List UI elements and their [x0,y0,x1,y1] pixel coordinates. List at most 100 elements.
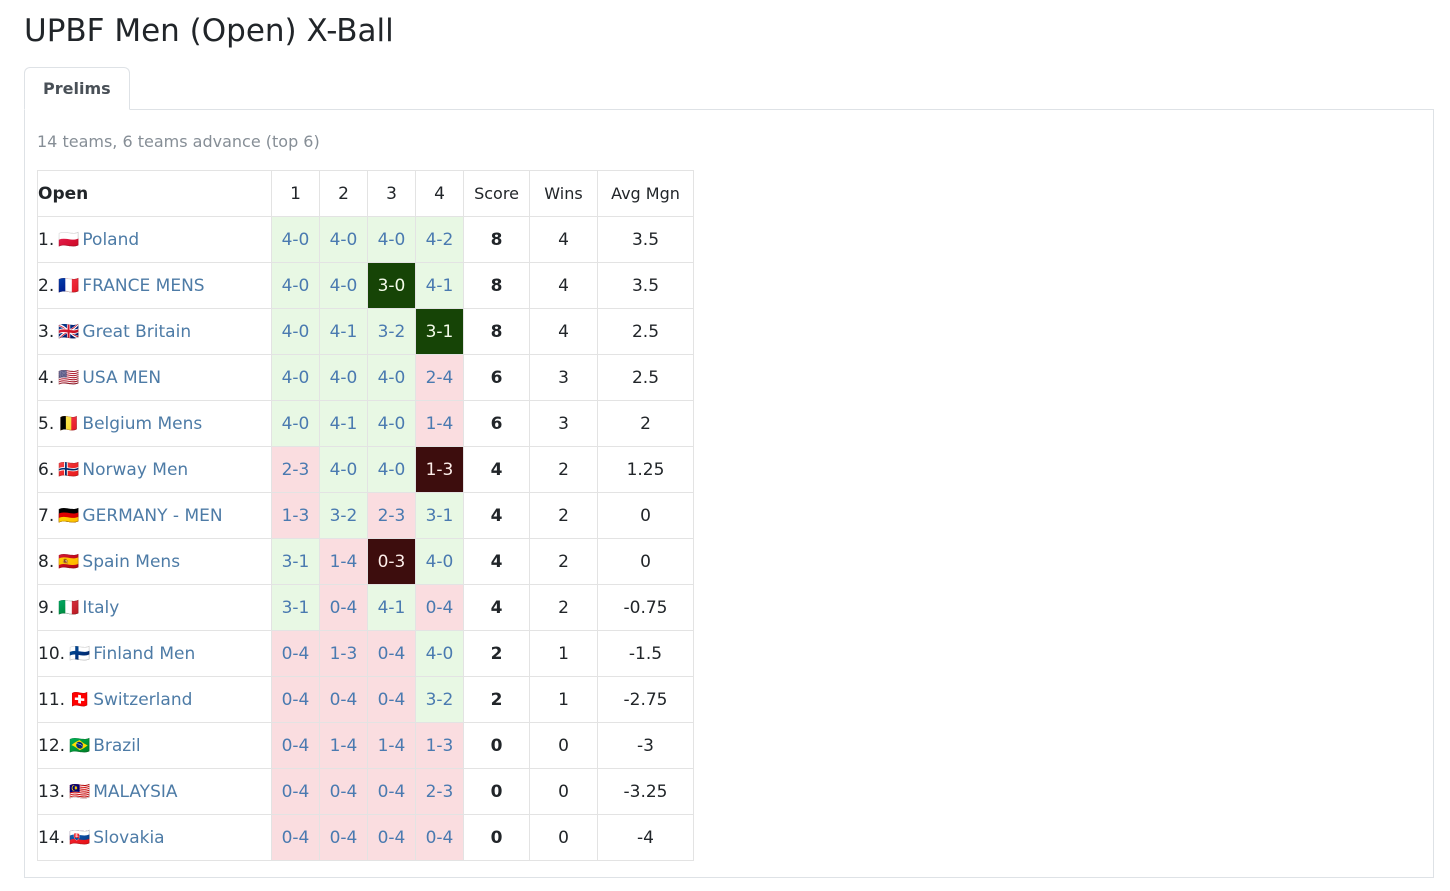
team-cell[interactable]: 4. 🇺🇸 USA MEN [37,354,272,401]
result-cell-round-1[interactable]: 2-3 [271,446,320,493]
table-row[interactable]: 11. 🇨🇭 Switzerland 0-4 0-4 0-4 3-2 2 1 -2.75 [37,676,694,723]
column-header-wins[interactable]: Wins [529,170,598,217]
tab-prelims[interactable]: Prelims [24,67,130,110]
team-name-link[interactable]: Switzerland [93,690,192,710]
result-cell-round-2[interactable]: 1-4 [319,722,368,769]
team-name-link[interactable]: Spain Mens [82,552,180,572]
result-cell-round-2[interactable]: 1-4 [319,538,368,585]
team-name-link[interactable]: USA MEN [82,368,161,388]
result-cell-round-3[interactable]: 3-0 [367,262,416,309]
result-cell-round-3[interactable]: 4-0 [367,216,416,263]
column-header-score[interactable]: Score [463,170,530,217]
result-cell-round-3[interactable]: 4-1 [367,584,416,631]
team-name-link[interactable]: Brazil [93,736,140,756]
result-cell-round-2[interactable]: 1-3 [319,630,368,677]
team-cell[interactable]: 9. 🇮🇹 Italy [37,584,272,631]
table-row[interactable]: 7. 🇩🇪 GERMANY - MEN 1-3 3-2 2-3 3-1 4 2 0 [37,492,694,539]
team-name-link[interactable]: GERMANY - MEN [82,506,222,526]
column-header-round-4[interactable]: 4 [415,170,464,217]
result-cell-round-4[interactable]: 2-3 [415,768,464,815]
result-cell-round-2[interactable]: 4-0 [319,262,368,309]
column-header-round-1[interactable]: 1 [271,170,320,217]
result-cell-round-3[interactable]: 4-0 [367,354,416,401]
result-cell-round-4[interactable]: 3-1 [415,308,464,355]
result-cell-round-2[interactable]: 4-0 [319,446,368,493]
result-cell-round-4[interactable]: 4-1 [415,262,464,309]
team-cell[interactable]: 11. 🇨🇭 Switzerland [37,676,272,723]
team-name-link[interactable]: Poland [82,230,139,250]
table-row[interactable]: 6. 🇳🇴 Norway Men 2-3 4-0 4-0 1-3 4 2 1.25 [37,446,694,493]
team-cell[interactable]: 6. 🇳🇴 Norway Men [37,446,272,493]
result-cell-round-3[interactable]: 0-4 [367,630,416,677]
team-name-link[interactable]: FRANCE MENS [82,276,204,296]
result-cell-round-1[interactable]: 3-1 [271,538,320,585]
team-name-link[interactable]: MALAYSIA [93,782,177,802]
result-cell-round-3[interactable]: 3-2 [367,308,416,355]
result-cell-round-2[interactable]: 0-4 [319,814,368,861]
result-cell-round-1[interactable]: 1-3 [271,492,320,539]
result-cell-round-1[interactable]: 4-0 [271,308,320,355]
table-row[interactable]: 1. 🇵🇱 Poland 4-0 4-0 4-0 4-2 8 4 3.5 [37,216,694,263]
table-row[interactable]: 3. 🇬🇧 Great Britain 4-0 4-1 3-2 3-1 8 4 2.5 [37,308,694,355]
result-cell-round-3[interactable]: 4-0 [367,400,416,447]
result-cell-round-3[interactable]: 0-4 [367,676,416,723]
result-cell-round-4[interactable]: 3-1 [415,492,464,539]
team-cell[interactable]: 10. 🇫🇮 Finland Men [37,630,272,677]
result-cell-round-2[interactable]: 4-1 [319,308,368,355]
result-cell-round-1[interactable]: 0-4 [271,768,320,815]
team-cell[interactable]: 1. 🇵🇱 Poland [37,216,272,263]
team-cell[interactable]: 14. 🇸🇰 Slovakia [37,814,272,861]
table-row[interactable]: 9. 🇮🇹 Italy 3-1 0-4 4-1 0-4 4 2 -0.75 [37,584,694,631]
table-row[interactable]: 4. 🇺🇸 USA MEN 4-0 4-0 4-0 2-4 6 3 2.5 [37,354,694,401]
result-cell-round-3[interactable]: 4-0 [367,446,416,493]
table-row[interactable]: 5. 🇧🇪 Belgium Mens 4-0 4-1 4-0 1-4 6 3 2 [37,400,694,447]
result-cell-round-1[interactable]: 0-4 [271,630,320,677]
table-row[interactable]: 12. 🇧🇷 Brazil 0-4 1-4 1-4 1-3 0 0 -3 [37,722,694,769]
result-cell-round-3[interactable]: 1-4 [367,722,416,769]
team-cell[interactable]: 5. 🇧🇪 Belgium Mens [37,400,272,447]
result-cell-round-2[interactable]: 0-4 [319,768,368,815]
team-name-link[interactable]: Belgium Mens [82,414,202,434]
result-cell-round-2[interactable]: 0-4 [319,676,368,723]
team-cell[interactable]: 12. 🇧🇷 Brazil [37,722,272,769]
result-cell-round-2[interactable]: 4-0 [319,216,368,263]
result-cell-round-1[interactable]: 4-0 [271,400,320,447]
result-cell-round-4[interactable]: 4-2 [415,216,464,263]
table-row[interactable]: 8. 🇪🇸 Spain Mens 3-1 1-4 0-3 4-0 4 2 0 [37,538,694,585]
column-header-round-2[interactable]: 2 [319,170,368,217]
table-row[interactable]: 14. 🇸🇰 Slovakia 0-4 0-4 0-4 0-4 0 0 -4 [37,814,694,861]
result-cell-round-1[interactable]: 4-0 [271,262,320,309]
result-cell-round-1[interactable]: 4-0 [271,216,320,263]
result-cell-round-3[interactable]: 0-4 [367,768,416,815]
result-cell-round-1[interactable]: 0-4 [271,676,320,723]
result-cell-round-4[interactable]: 3-2 [415,676,464,723]
table-row[interactable]: 2. 🇫🇷 FRANCE MENS 4-0 4-0 3-0 4-1 8 4 3.5 [37,262,694,309]
team-name-link[interactable]: Slovakia [93,828,164,848]
result-cell-round-4[interactable]: 4-0 [415,630,464,677]
team-cell[interactable]: 3. 🇬🇧 Great Britain [37,308,272,355]
team-cell[interactable]: 8. 🇪🇸 Spain Mens [37,538,272,585]
result-cell-round-4[interactable]: 1-4 [415,400,464,447]
column-header-team[interactable]: Open [37,170,272,217]
result-cell-round-3[interactable]: 2-3 [367,492,416,539]
team-name-link[interactable]: Italy [82,598,119,618]
result-cell-round-4[interactable]: 1-3 [415,722,464,769]
column-header-round-3[interactable]: 3 [367,170,416,217]
result-cell-round-1[interactable]: 0-4 [271,722,320,769]
team-cell[interactable]: 2. 🇫🇷 FRANCE MENS [37,262,272,309]
result-cell-round-3[interactable]: 0-4 [367,814,416,861]
table-row[interactable]: 10. 🇫🇮 Finland Men 0-4 1-3 0-4 4-0 2 1 -1.5 [37,630,694,677]
result-cell-round-1[interactable]: 3-1 [271,584,320,631]
result-cell-round-4[interactable]: 2-4 [415,354,464,401]
result-cell-round-3[interactable]: 0-3 [367,538,416,585]
result-cell-round-2[interactable]: 4-0 [319,354,368,401]
result-cell-round-4[interactable]: 4-0 [415,538,464,585]
team-name-link[interactable]: Finland Men [93,644,195,664]
result-cell-round-1[interactable]: 0-4 [271,814,320,861]
result-cell-round-2[interactable]: 4-1 [319,400,368,447]
result-cell-round-1[interactable]: 4-0 [271,354,320,401]
team-cell[interactable]: 7. 🇩🇪 GERMANY - MEN [37,492,272,539]
team-name-link[interactable]: Great Britain [82,322,191,342]
result-cell-round-2[interactable]: 3-2 [319,492,368,539]
result-cell-round-2[interactable]: 0-4 [319,584,368,631]
